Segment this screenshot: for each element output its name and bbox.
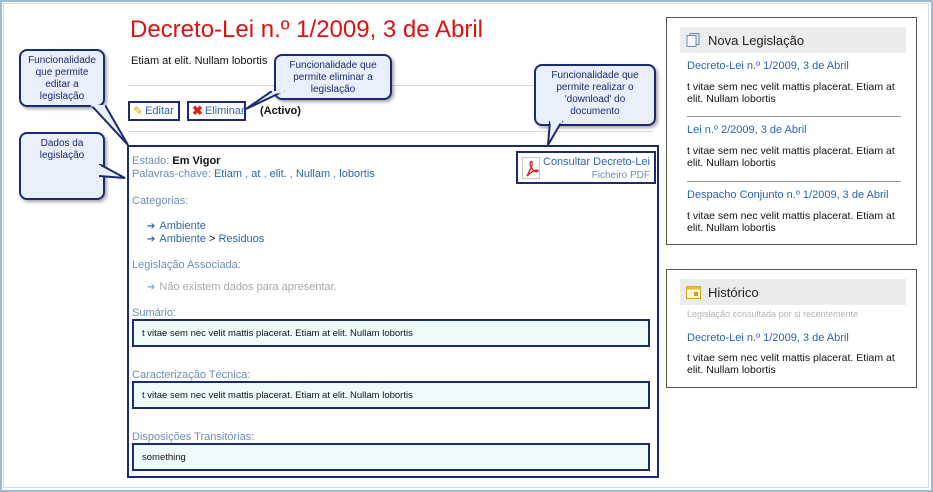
keyword-link[interactable]: elit. xyxy=(270,168,287,180)
side-legislation-text: t vitae sem nec velit mattis placerat. E… xyxy=(687,81,895,105)
page-subtitle: Etiam at elit. Nullam lobortis xyxy=(131,55,268,67)
subcategory-link[interactable]: Residuos xyxy=(218,233,264,245)
download-pdf-button[interactable]: Consultar Decreto-Lei Ficheiro PDF xyxy=(516,151,656,184)
legislacao-associada-label: Legislação Associada: xyxy=(132,259,241,271)
callout-tail xyxy=(99,164,126,179)
delete-icon: ✖ xyxy=(192,103,203,118)
estado-value: Em Vigor xyxy=(172,155,221,167)
category-item: ➔ Ambiente > Residuos xyxy=(147,233,264,245)
divider xyxy=(687,181,901,182)
sumario-label: Sumário: xyxy=(132,307,177,319)
category-item: ➔ Ambiente xyxy=(147,220,206,232)
callout-data-text: Dados da legislação xyxy=(39,138,85,161)
callout-delete-text: Funcionalidade que permite eliminar a le… xyxy=(289,60,377,95)
historico-header: Histórico xyxy=(680,279,906,305)
nova-legislacao-panel: Nova Legislação Decreto-Lei n.º 1/2009, … xyxy=(666,17,917,245)
estado-row: Estado: Em Vigor xyxy=(132,155,220,167)
callout-delete: Funcionalidade que permite eliminar a le… xyxy=(245,54,392,110)
disposicoes-box: something xyxy=(132,443,650,471)
side-legislation-link[interactable]: Lei n.º 2/2009, 3 de Abril xyxy=(687,124,807,136)
side-legislation-text: t vitae sem nec velit mattis placerat. E… xyxy=(687,210,895,234)
keyword-link[interactable]: Nullam xyxy=(296,168,330,180)
palavras-row: Palavras-chave: Etiam , at , elit. , Nul… xyxy=(132,168,375,180)
arrow-right-icon: ➔ xyxy=(147,234,156,245)
side-legislation-link[interactable]: Decreto-Lei n.º 1/2009, 3 de Abril xyxy=(687,60,849,72)
edit-label: Editar xyxy=(145,105,174,117)
sumario-box: t vitae sem nec velit mattis placerat. E… xyxy=(132,319,650,347)
callout-data: Dados da legislação xyxy=(19,132,126,200)
legislation-data-panel: Estado: Em Vigor Palavras-chave: Etiam ,… xyxy=(127,145,659,478)
category-link[interactable]: Ambiente xyxy=(159,220,205,232)
side-legislation-link[interactable]: Despacho Conjunto n.º 1/2009, 3 de Abril xyxy=(687,189,889,201)
history-text: t vitae sem nec velit mattis placerat. E… xyxy=(687,352,895,376)
documents-icon xyxy=(686,33,701,47)
arrow-right-icon: ➔ xyxy=(147,221,156,232)
side-legislation-text: t vitae sem nec velit mattis placerat. E… xyxy=(687,145,895,169)
arrow-right-icon: ➔ xyxy=(147,282,156,293)
callout-edit-text: Funcionalidade que permite editar a legi… xyxy=(28,55,96,102)
palavras-label: Palavras-chave: xyxy=(132,168,211,180)
divider xyxy=(687,116,901,117)
callout-edit: Funcionalidade que permite editar a legi… xyxy=(19,49,129,146)
caracterizacao-label: Caracterização Técnica: xyxy=(132,369,251,381)
category-separator: > xyxy=(208,233,216,245)
nova-legislacao-title: Nova Legislação xyxy=(708,32,805,48)
keyword-link[interactable]: Etiam xyxy=(214,168,242,180)
callout-download-text: Funcionalidade que permite realizar o 'd… xyxy=(551,70,639,117)
historico-panel: Histórico Legislação consultada por si r… xyxy=(666,269,917,388)
category-link[interactable]: Ambiente xyxy=(159,233,205,245)
caracterizacao-box: t vitae sem nec velit mattis placerat. E… xyxy=(132,381,650,409)
delete-button[interactable]: ✖ Eliminar xyxy=(187,101,246,121)
delete-label: Eliminar xyxy=(204,105,245,117)
pdf-title: Consultar Decreto-Lei xyxy=(543,156,650,168)
pencil-icon: ✎ xyxy=(133,104,144,118)
keyword-link[interactable]: lobortis xyxy=(339,168,374,180)
history-link[interactable]: Decreto-Lei n.º 1/2009, 3 de Abril xyxy=(687,332,849,344)
page-title: Decreto-Lei n.º 1/2009, 3 de Abril xyxy=(130,16,483,43)
historico-subtitle: Legislação consultada por si recentement… xyxy=(687,309,859,319)
nova-legislacao-header: Nova Legislação xyxy=(680,27,906,53)
disposicoes-label: Disposições Transitórias: xyxy=(132,431,255,443)
pdf-subtitle: Ficheiro PDF xyxy=(591,170,650,181)
callout-tail xyxy=(245,91,285,110)
edit-button[interactable]: ✎ Editar xyxy=(128,101,180,121)
empty-message: ➔ Não existem dados para apresentar. xyxy=(147,281,337,293)
pdf-icon xyxy=(522,157,540,179)
historico-title: Histórico xyxy=(708,284,759,300)
estado-label: Estado: xyxy=(132,155,170,167)
empty-text: Não existem dados para apresentar. xyxy=(159,281,337,293)
callout-download: Funcionalidade que permite realizar o 'd… xyxy=(534,64,656,146)
categorias-label: Categorias: xyxy=(132,195,189,207)
calendar-icon xyxy=(686,285,701,299)
keyword-link[interactable]: at xyxy=(251,168,260,180)
